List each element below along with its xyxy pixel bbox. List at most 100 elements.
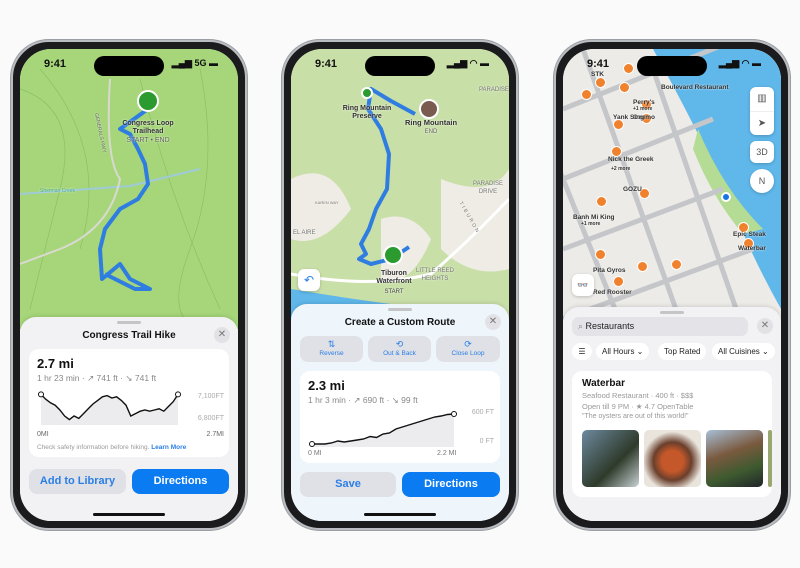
result-line1: Seafood Restaurant · 400 ft · $$$: [582, 391, 694, 400]
restaurant-pin-icon[interactable]: [619, 82, 630, 93]
battery-icon: ▬: [480, 58, 489, 68]
directions-button[interactable]: Directions: [402, 472, 500, 497]
place-label[interactable]: Pita Gyros: [593, 267, 626, 275]
place-label[interactable]: Waterbar: [738, 245, 766, 253]
area-little-reed: LITTLE REED HEIGHTS: [415, 268, 454, 282]
3d-button[interactable]: 3D: [750, 141, 774, 163]
route-meta: 1 hr 23 min · ↗ 741 ft · ↘ 741 ft: [37, 373, 157, 383]
y-tick-low: 6,800FT: [197, 415, 224, 422]
place-label[interactable]: +1 more: [633, 105, 652, 113]
sheet-title: Congress Trail Hike: [82, 330, 176, 341]
map-controls: ▥ ➤: [750, 87, 774, 135]
start-marker: [309, 441, 315, 447]
compass-button[interactable]: N: [750, 169, 774, 193]
distance: 2.7 mi: [37, 356, 74, 371]
network-label: 5G: [194, 58, 207, 68]
binoculars-button[interactable]: 👓: [572, 274, 594, 296]
location-arrow-icon[interactable]: ➤: [750, 111, 774, 135]
close-button[interactable]: ✕: [214, 327, 230, 343]
restaurant-pin-icon[interactable]: [637, 261, 648, 272]
phone-restaurants: 9:41▂▄▆ ◠ ▬ TerreneSTKBoulevard Restaura…: [554, 40, 790, 530]
y-tick-high: 600 FT: [471, 409, 494, 416]
restaurant-pin-icon[interactable]: [595, 249, 606, 260]
home-indicator: [364, 513, 436, 516]
close-button[interactable]: ✕: [485, 314, 501, 330]
wifi-icon: ◠: [469, 58, 480, 68]
sheet-grabber[interactable]: [660, 311, 684, 314]
loop-icon: ⟳: [464, 339, 472, 349]
photo-4[interactable]: [768, 430, 772, 487]
action-close-loop[interactable]: ⟳ Close Loop: [436, 336, 500, 362]
clear-search-button[interactable]: ✕: [757, 318, 773, 334]
place-label[interactable]: Red Rooster: [593, 289, 632, 297]
filter-top-rated[interactable]: Top Rated: [658, 343, 707, 360]
end-marker: [175, 391, 181, 398]
x-tick-end: 2.7MI: [206, 431, 224, 438]
result-card-waterbar[interactable]: Waterbar Seafood Restaurant · 400 ft · $…: [572, 371, 772, 497]
search-icon: ⌕: [578, 321, 586, 331]
home-indicator: [93, 513, 165, 516]
waypoint-label: Ring Mountain Preserve: [342, 105, 392, 120]
filter-all-hours[interactable]: All Hours ⌄: [596, 343, 650, 360]
photo-2[interactable]: [644, 430, 701, 487]
start-marker: [38, 391, 44, 398]
add-to-library-button[interactable]: Add to Library: [29, 469, 126, 494]
search-field[interactable]: ⌕ Restaurants: [572, 317, 748, 336]
x-tick-start: 0 MI: [308, 450, 322, 457]
filter-options-button[interactable]: ☰: [572, 343, 592, 360]
place-label[interactable]: Boulevard Restaurant: [661, 84, 729, 92]
y-tick-high: 7,100FT: [197, 393, 224, 400]
dynamic-island: [365, 56, 435, 76]
wifi-icon: ◠: [741, 58, 752, 68]
x-tick-start: 0MI: [37, 431, 49, 438]
results-sheet: ⌕ Restaurants ✕ ☰ All Hours ⌄ Top Rated …: [563, 307, 781, 521]
area-el-aire: EL AIRE: [293, 230, 316, 236]
place-label[interactable]: +1 more: [581, 220, 600, 228]
screen: 9:41 ▂▄▆ 5G ▬ Congress Loop Trailhead STA…: [20, 49, 238, 521]
filter-all-cuisines[interactable]: All Cuisines ⌄: [712, 343, 775, 360]
trailhead-pin-icon: [137, 90, 159, 112]
user-location-dot: [721, 192, 731, 202]
phone-custom-route: 9:41 ▂▄▆ ◠ ▬ Ring Mountain Preserve Ring …: [282, 40, 518, 530]
elevation-card: 2.7 mi 1 hr 23 min · ↗ 741 ft · ↘ 741 ft…: [29, 349, 229, 457]
photo-1[interactable]: [582, 430, 639, 487]
elevation-chart: [38, 391, 181, 425]
restaurant-pin-icon[interactable]: [581, 89, 592, 100]
start-pin-icon: [383, 245, 403, 265]
screen: 9:41 ▂▄▆ ◠ ▬ Ring Mountain Preserve Ring …: [291, 49, 509, 521]
search-value: Restaurants: [585, 321, 635, 331]
x-tick-end: 2.2 MI: [437, 450, 457, 457]
safety-note: Check safety information before hiking. …: [37, 444, 186, 451]
place-label[interactable]: +2 more: [611, 165, 630, 173]
action-label: Close Loop: [451, 350, 485, 357]
sheet-grabber[interactable]: [117, 321, 141, 324]
dynamic-island: [94, 56, 164, 76]
action-reverse[interactable]: ⇅ Reverse: [300, 336, 363, 362]
place-label[interactable]: Nick the Greek: [608, 156, 654, 164]
road-karen-way: KAREN WAY: [315, 200, 339, 205]
action-out-and-back[interactable]: ⟲ Out & Back: [368, 336, 431, 362]
action-label: Reverse: [319, 350, 344, 357]
place-label[interactable]: GOZU: [623, 186, 642, 194]
map-mode-icon[interactable]: ▥: [750, 87, 774, 111]
elevation-card: 2.3 mi 1 hr 3 min · ↗ 690 ft · ↘ 99 ft 6…: [300, 371, 500, 463]
restaurant-pin-icon[interactable]: [671, 259, 682, 270]
start-sub: START: [384, 289, 404, 295]
restaurant-pin-icon[interactable]: [596, 196, 607, 207]
photo-3[interactable]: [706, 430, 763, 487]
directions-button[interactable]: Directions: [132, 469, 229, 494]
restaurant-pin-icon[interactable]: [613, 276, 624, 287]
safety-text: Check safety information before hiking.: [37, 444, 150, 451]
undo-button[interactable]: ↶: [298, 269, 320, 291]
route-meta: 1 hr 3 min · ↗ 690 ft · ↘ 99 ft: [308, 395, 418, 405]
signal-icon: ▂▄▆: [171, 58, 195, 68]
waypoint-icon: [361, 87, 373, 99]
save-button[interactable]: Save: [300, 472, 396, 497]
creek-label: Sherman Creek: [40, 188, 76, 194]
sheet-grabber[interactable]: [388, 308, 412, 311]
place-label[interactable]: Epic Steak: [733, 231, 766, 239]
out-back-icon: ⟲: [395, 339, 404, 349]
place-label[interactable]: Yank Sing: [613, 114, 644, 122]
learn-more-link[interactable]: Learn More: [151, 444, 186, 451]
distance: 2.3 mi: [308, 378, 345, 393]
